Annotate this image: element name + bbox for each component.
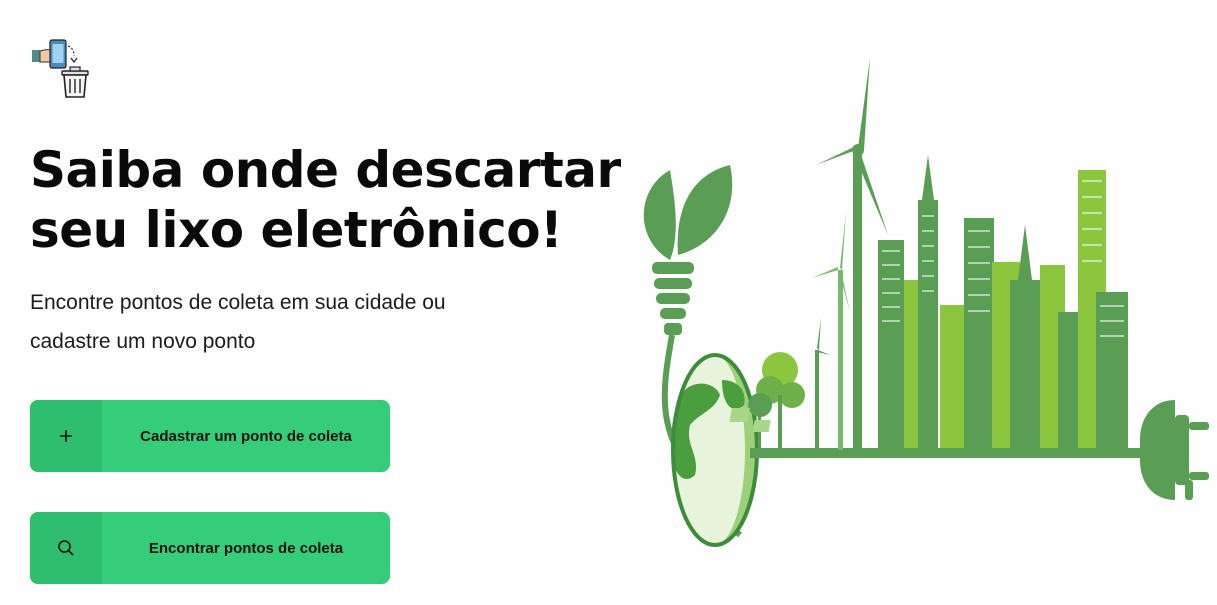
register-point-button[interactable]: Cadastrar um ponto de coleta	[30, 400, 390, 472]
plus-icon	[30, 400, 102, 472]
search-icon	[30, 512, 102, 584]
page-subtitle: Encontre pontos de coleta em sua cidade …	[30, 283, 550, 361]
title-line-1: Saiba onde descartar	[30, 141, 621, 199]
green-city-illustration	[630, 50, 1217, 595]
register-point-label: Cadastrar um ponto de coleta	[140, 427, 352, 445]
subtitle-line-2: cadastre um novo ponto	[30, 330, 256, 353]
find-points-label: Encontrar pontos de coleta	[148, 539, 344, 557]
page-title: Saiba onde descartar seu lixo eletrônico…	[30, 140, 630, 260]
find-points-button[interactable]: Encontrar pontos de coleta	[30, 512, 390, 584]
title-line-2: seu lixo eletrônico!	[30, 201, 563, 259]
logo-icon	[30, 38, 92, 100]
subtitle-line-1: Encontre pontos de coleta em sua cidade …	[30, 291, 446, 314]
